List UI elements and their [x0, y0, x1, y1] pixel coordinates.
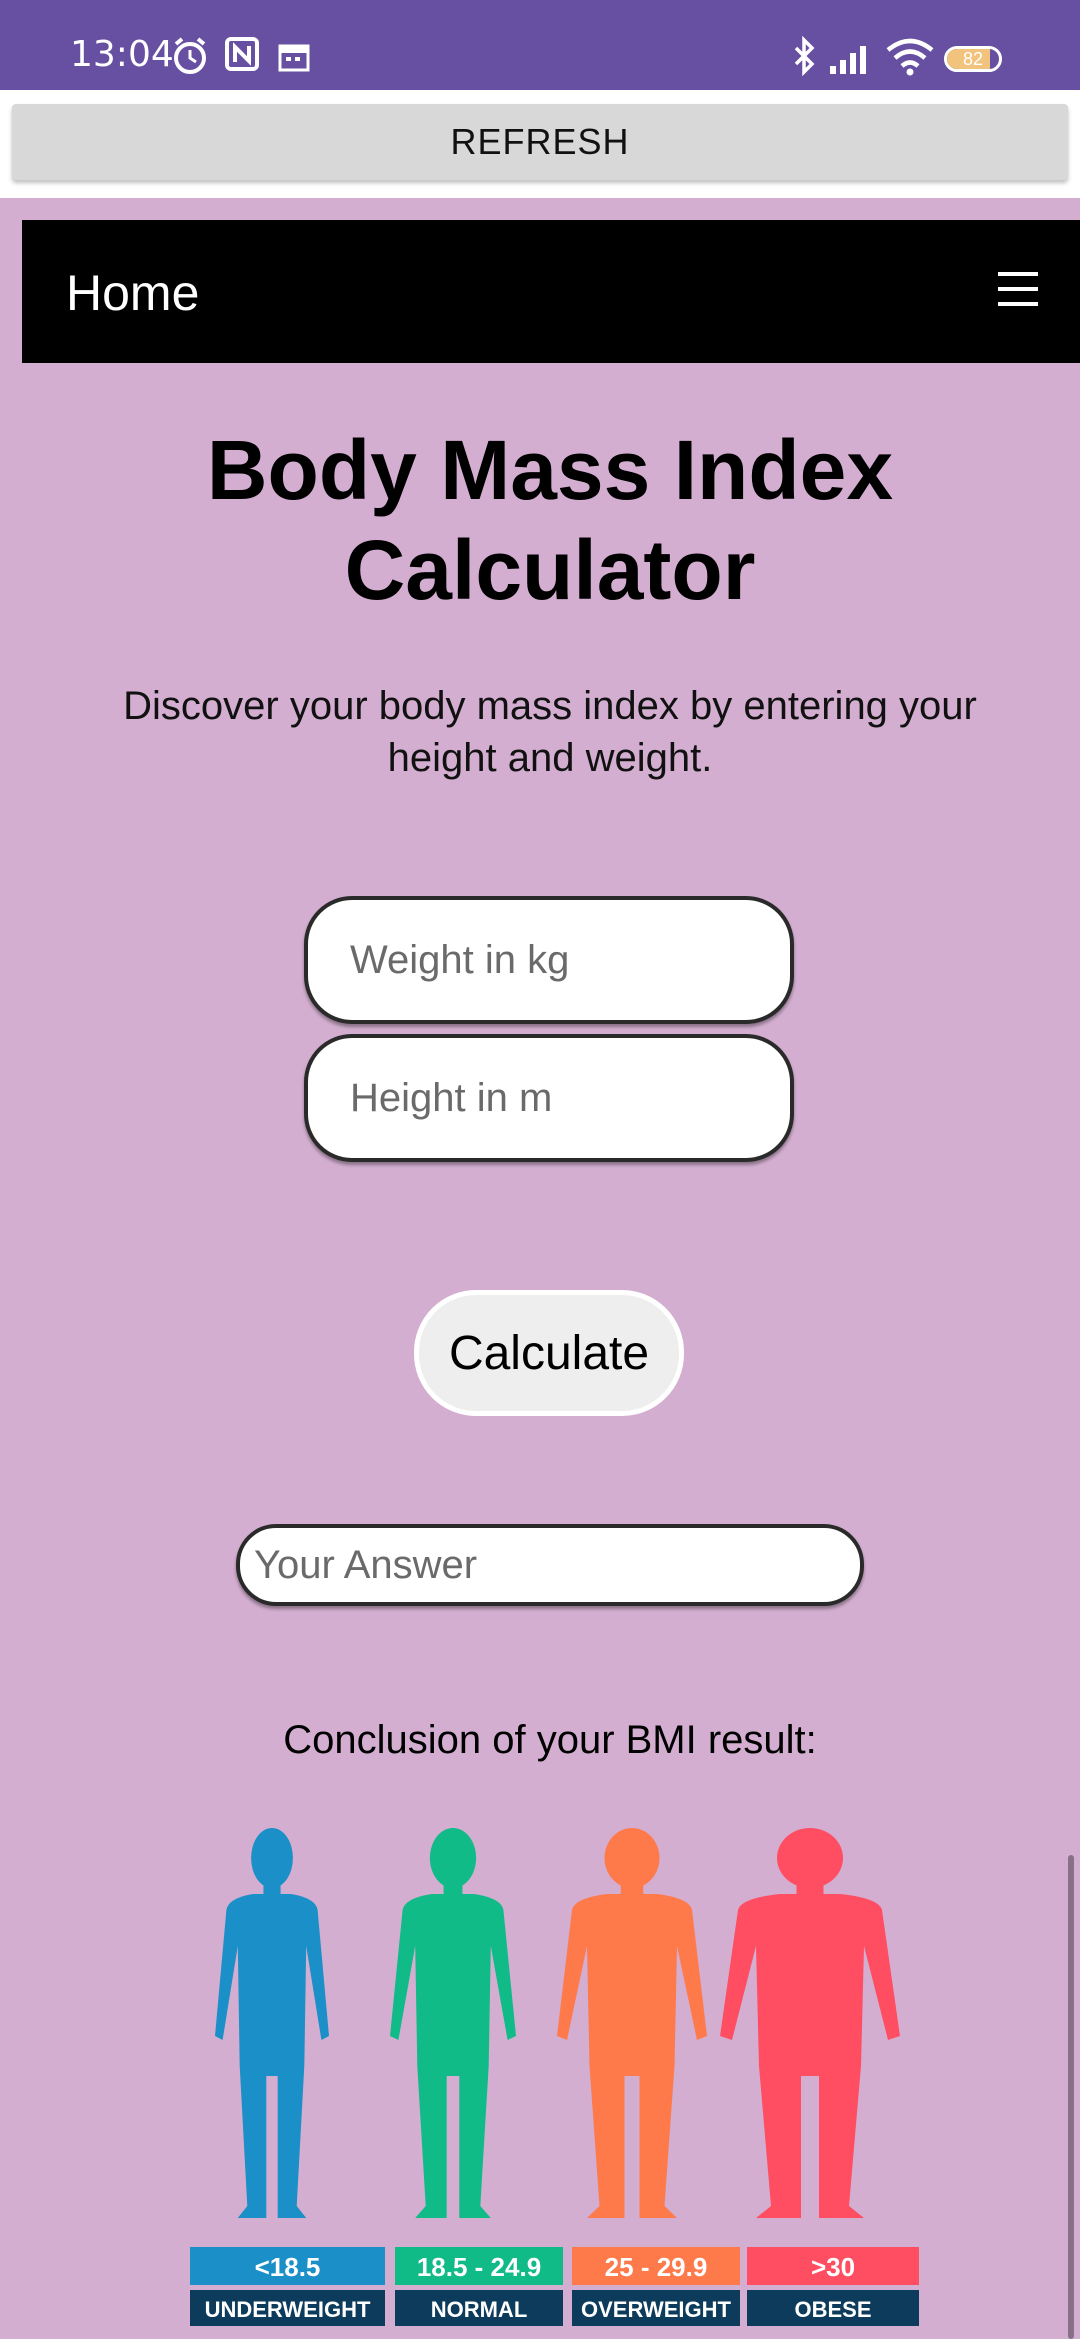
- refresh-bar: REFRESH: [0, 90, 1080, 198]
- figure-normal: [390, 1828, 516, 2218]
- bmi-category-label: UNDERWEIGHT: [205, 2297, 371, 2322]
- bluetooth-icon: [794, 36, 815, 77]
- calendar-icon: [278, 44, 310, 72]
- figure-overweight: [557, 1828, 707, 2218]
- bmi-range-text: 18.5 - 24.9: [417, 2252, 541, 2282]
- nfc-icon: [225, 37, 259, 71]
- calculate-button[interactable]: Calculate: [414, 1290, 684, 1416]
- figure-underweight: [215, 1828, 329, 2218]
- hamburger-menu-icon[interactable]: [998, 272, 1038, 308]
- signal-icon: [830, 46, 866, 74]
- bmi-category-label: NORMAL: [431, 2297, 528, 2322]
- bmi-range-text: <18.5: [255, 2252, 321, 2282]
- bmi-range-text: >30: [811, 2252, 855, 2282]
- scrollbar[interactable]: [1068, 1855, 1074, 2339]
- bmi-range-text: 25 - 29.9: [605, 2252, 708, 2282]
- answer-field[interactable]: [236, 1524, 864, 1606]
- figure-obese: [720, 1828, 900, 2218]
- bmi-category-label: OBESE: [794, 2297, 871, 2322]
- bmi-category-label: OVERWEIGHT: [581, 2297, 732, 2322]
- height-input[interactable]: [304, 1034, 794, 1162]
- wifi-icon: [886, 38, 934, 76]
- nav-home-link[interactable]: Home: [66, 264, 199, 322]
- status-bar: 13:04 82: [0, 0, 1080, 90]
- bmi-figure-image: <18.5 UNDERWEIGHT 18.5 - 24.9 NORMAL 25 - 29…: [190, 1828, 919, 2326]
- battery-level: 82: [962, 49, 984, 69]
- page-title: Body Mass Index Calculator: [206, 423, 894, 617]
- refresh-button[interactable]: REFRESH: [12, 104, 1068, 180]
- alarm-icon: [174, 37, 206, 74]
- status-time: 13:04: [70, 34, 174, 75]
- battery-icon: 82: [944, 46, 1002, 72]
- navbar: Home: [22, 220, 1080, 363]
- conclusion-label: Conclusion of your BMI result:: [283, 1718, 817, 1762]
- weight-input[interactable]: [304, 896, 794, 1024]
- page-subtitle: Discover your body mass index by enterin…: [123, 684, 977, 780]
